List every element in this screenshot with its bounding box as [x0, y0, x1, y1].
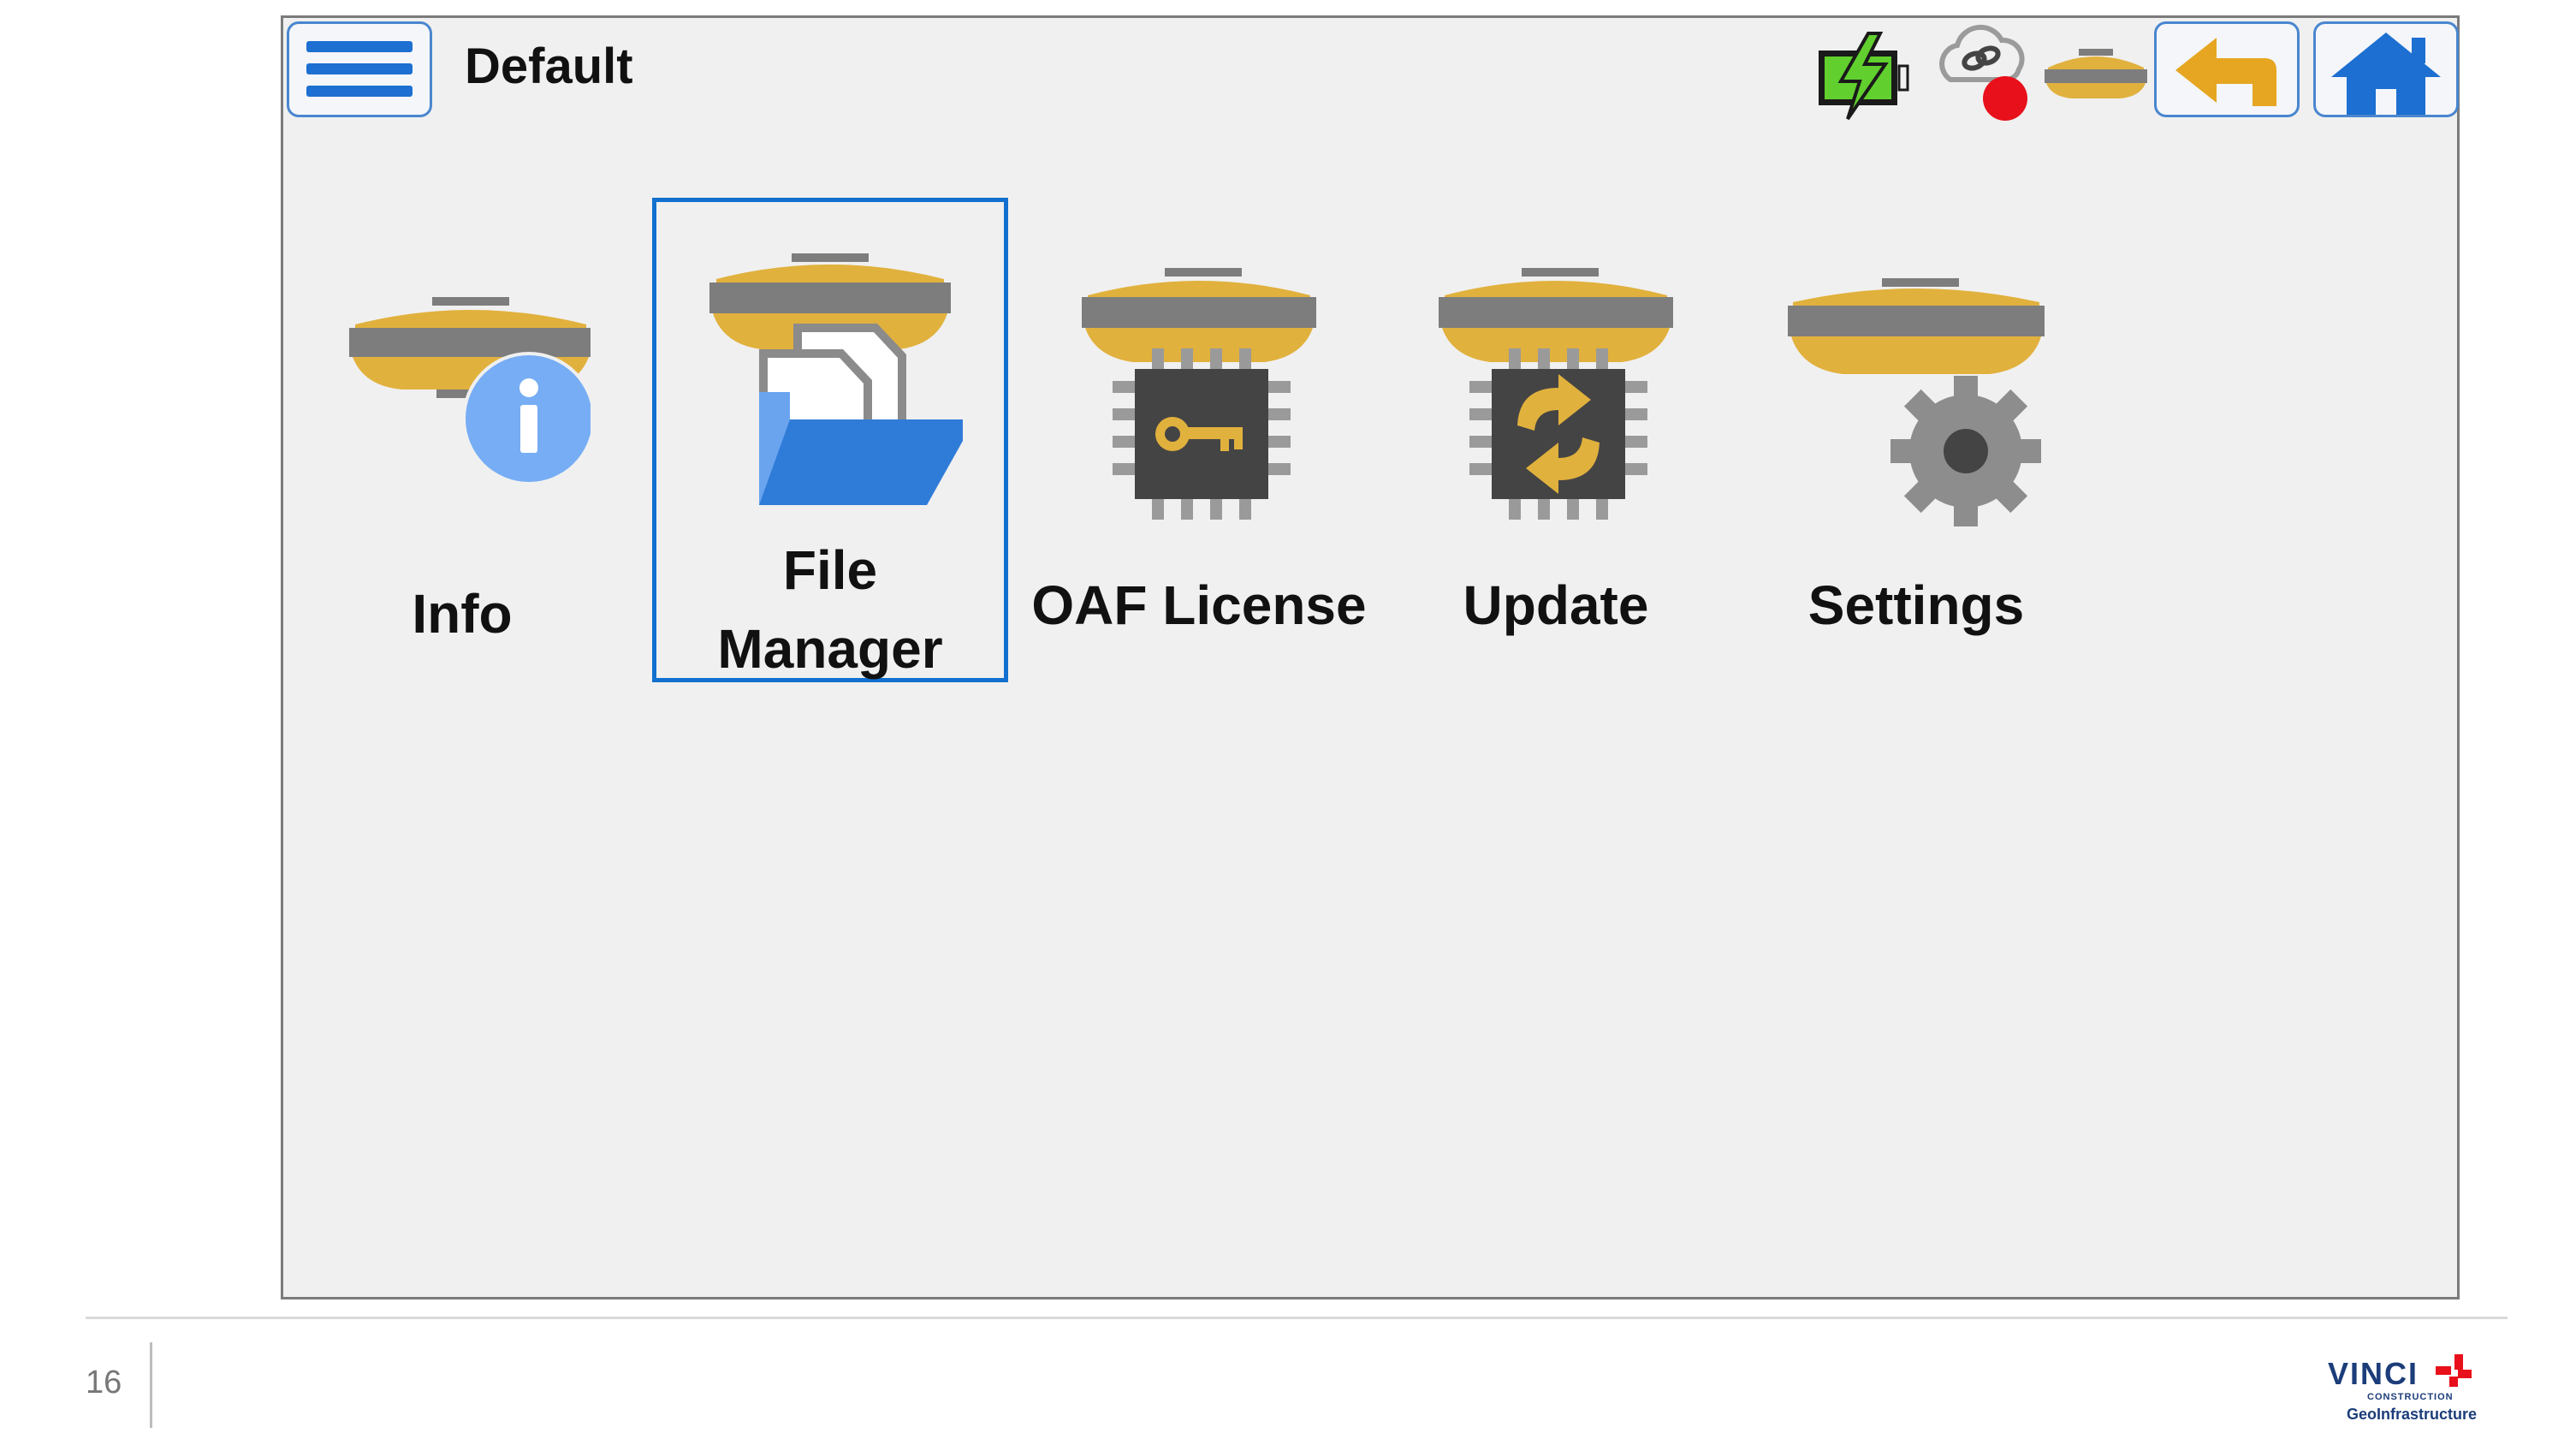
tile-file-manager[interactable]: File Manager [652, 198, 1008, 682]
tile-info[interactable]: Info [284, 198, 640, 682]
home-icon [2331, 33, 2441, 115]
tile-label: Settings [1807, 574, 2025, 636]
back-button[interactable] [2154, 21, 2300, 117]
tile-label: File Manager [717, 539, 943, 680]
menu-button[interactable] [287, 21, 432, 117]
logo-text: VINCI [2328, 1356, 2419, 1391]
tile-oaf-license[interactable]: OAF License [1021, 198, 1377, 682]
tile-label: OAF License [1031, 574, 1367, 636]
receiver-info-icon [349, 297, 591, 485]
receiver-settings-gear-icon [1788, 278, 2045, 526]
logo-mark-icon [2436, 1354, 2472, 1387]
tile-update[interactable]: Update [1378, 198, 1734, 682]
receiver-icon [2045, 49, 2147, 98]
page-number: 16 [86, 1365, 122, 1400]
receiver-file-manager-icon [709, 253, 963, 505]
page-title: Default [465, 39, 633, 94]
tile-settings[interactable]: Settings [1738, 198, 2094, 682]
page-number-separator [150, 1342, 152, 1428]
back-arrow-icon [2175, 38, 2276, 106]
tile-label: Info [412, 583, 513, 645]
battery-charging-icon [1819, 32, 1909, 121]
device-screen: Default Info File Manager OAF License Up… [281, 15, 2460, 1299]
tile-label: Update [1463, 574, 1649, 636]
firmware-update-chip-icon [1439, 268, 1673, 520]
license-chip-key-icon [1082, 268, 1316, 520]
home-button[interactable] [2313, 21, 2459, 117]
logo-subtitle-1: CONSTRUCTION [2367, 1392, 2454, 1402]
cloud-link-disconnected-icon [1939, 24, 2027, 121]
company-logo: VINCI CONSTRUCTION GeoInfrastructure [2328, 1353, 2477, 1430]
logo-subtitle-2: GeoInfrastructure [2347, 1406, 2478, 1423]
hamburger-menu-icon [306, 41, 413, 97]
footer-divider [86, 1317, 2508, 1319]
